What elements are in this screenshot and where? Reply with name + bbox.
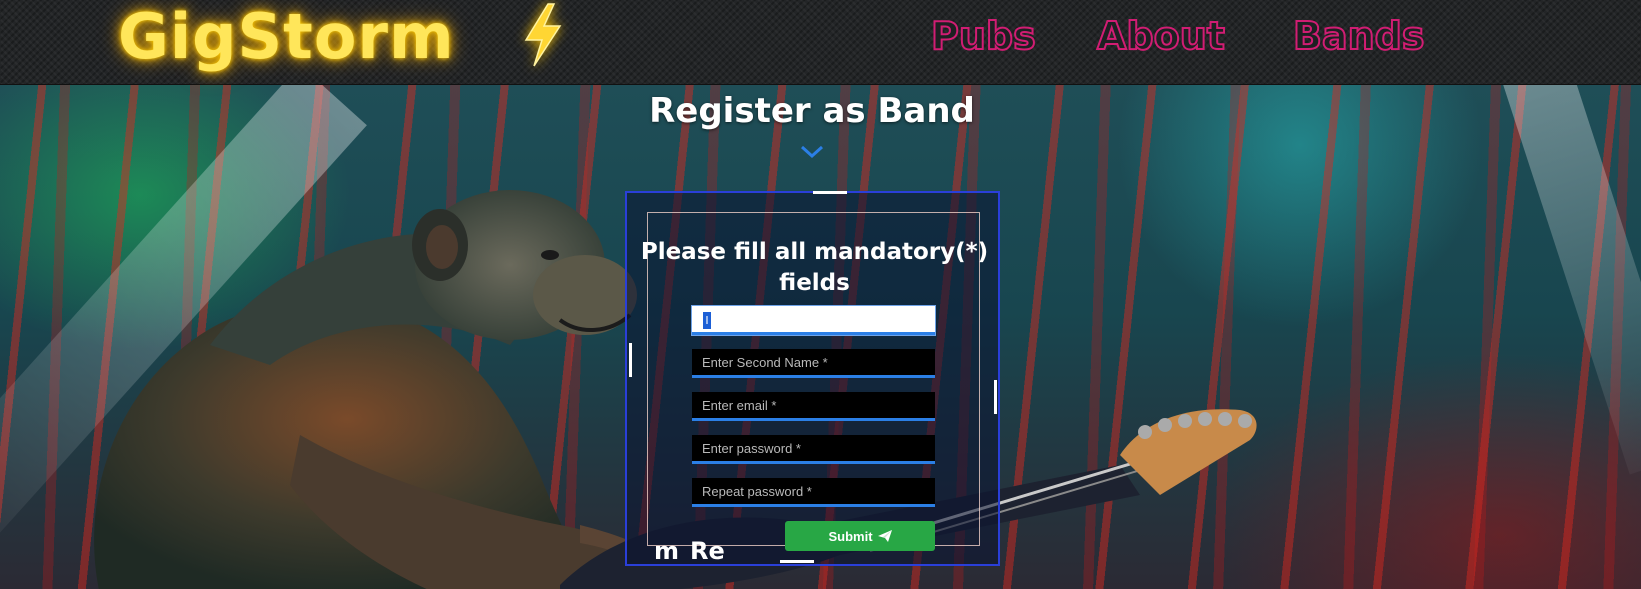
lightning-bolt-icon xyxy=(524,3,562,67)
first-name-field[interactable] xyxy=(692,306,935,335)
email-field[interactable] xyxy=(692,392,935,421)
frame-tick-right xyxy=(994,380,997,414)
frame-tick-left xyxy=(629,343,632,377)
second-name-field[interactable] xyxy=(692,349,935,378)
submit-label: Submit xyxy=(828,528,873,544)
overflow-text-fragment: Re xyxy=(690,537,725,565)
overflow-text-fragment: m xyxy=(654,537,680,565)
repeat-password-field[interactable] xyxy=(692,478,935,507)
chevron-down-icon[interactable] xyxy=(800,145,824,159)
navbar: GigStorm Pubs About Bands xyxy=(0,0,1641,85)
nav-link-pubs[interactable]: Pubs xyxy=(930,13,1037,59)
form-heading: Please fill all mandatory(*) fields xyxy=(640,239,989,296)
logo[interactable]: GigStorm xyxy=(118,2,455,72)
page-title: Register as Band xyxy=(649,91,975,131)
nav-link-bands[interactable]: Bands xyxy=(1292,13,1425,59)
frame-tick-bottom xyxy=(780,560,814,563)
register-form: Please fill all mandatory(*) fields I Su… xyxy=(625,191,1000,566)
paper-plane-icon xyxy=(877,530,892,542)
nav-link-about[interactable]: About xyxy=(1096,13,1226,59)
text-cursor-icon: I xyxy=(703,312,711,329)
submit-button[interactable]: Submit xyxy=(785,521,935,551)
frame-tick-top xyxy=(813,191,847,194)
password-field[interactable] xyxy=(692,435,935,464)
